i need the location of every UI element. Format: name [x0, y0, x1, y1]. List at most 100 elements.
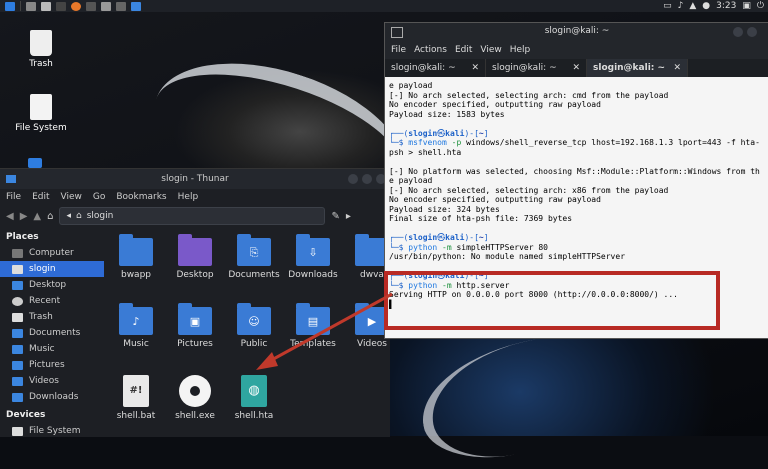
folder-icon	[119, 234, 153, 266]
file-item[interactable]: ▣ Pictures	[167, 303, 223, 365]
terminal-tab[interactable]: slogin@kali: ~ ✕	[385, 59, 486, 77]
desktop-filesystem[interactable]: File System	[6, 94, 76, 133]
sidebar-item-documents[interactable]: Documents	[0, 325, 104, 341]
sidebar-item-desktop[interactable]: Desktop	[0, 277, 104, 293]
tab-label: slogin@kali: ~	[391, 63, 456, 73]
app-launcher-icon[interactable]	[86, 1, 96, 11]
file-item[interactable]: ⇩ Downloads	[285, 234, 341, 296]
desktop-folder-icon[interactable]	[28, 158, 42, 168]
taskbar-thunar-icon[interactable]	[131, 1, 141, 11]
volume-icon[interactable]: ♪	[678, 0, 684, 12]
prompt: ┌──(slogin㉿kali)-[~]	[389, 128, 489, 138]
clock-icon	[12, 296, 23, 306]
file-item[interactable]: ▤ Templates	[285, 303, 341, 365]
close-tab-icon[interactable]: ✕	[471, 63, 479, 73]
sidebar-item-trash[interactable]: Trash	[0, 309, 104, 325]
file-item[interactable]: #! shell.bat	[108, 373, 164, 437]
kali-menu-icon[interactable]	[5, 1, 15, 11]
hard-drive-icon	[30, 94, 52, 120]
music-folder-icon: ♪	[119, 303, 153, 335]
terminal-titlebar[interactable]: slogin@kali: ~	[385, 23, 768, 41]
close-tab-icon[interactable]: ✕	[673, 63, 681, 73]
sidebar-item-pictures[interactable]: Pictures	[0, 357, 104, 373]
chevron-down-icon[interactable]	[101, 1, 111, 11]
firefox-icon[interactable]	[71, 1, 81, 11]
edit-path-icon[interactable]: ✎	[331, 211, 339, 222]
terminal-output[interactable]: e payload [-] No arch selected, selectin…	[385, 77, 768, 338]
close-tab-icon[interactable]: ✕	[572, 63, 580, 73]
panel-clock[interactable]: 3:23	[716, 0, 736, 12]
devices-heading: Devices	[6, 410, 46, 420]
home-icon[interactable]: ⌂	[47, 211, 53, 222]
notifications-icon[interactable]: ▲	[689, 0, 696, 12]
menu-help[interactable]: Help	[510, 45, 531, 55]
file-name: shell.hta	[234, 411, 274, 421]
forward-arrow-icon[interactable]: ▶	[20, 211, 28, 222]
lock-icon[interactable]: ▣	[742, 0, 751, 12]
terminal-menubar: File Actions Edit View Help	[385, 41, 768, 59]
maximize-button[interactable]	[362, 174, 372, 184]
desktop-filesystem-label: File System	[15, 123, 67, 133]
taskbar-terminal-icon[interactable]	[116, 1, 126, 11]
minimize-button[interactable]	[733, 27, 743, 37]
command-binary: python	[408, 242, 438, 252]
terminal-tab-active[interactable]: slogin@kali: ~ ✕	[587, 59, 688, 77]
screen-icon[interactable]: ▭	[663, 0, 672, 12]
file-item[interactable]: ☺ Public	[226, 303, 282, 365]
sidebar-item-recent[interactable]: Recent	[0, 293, 104, 309]
output-line: e payload	[389, 176, 433, 185]
file-item[interactable]: shell.exe	[167, 373, 223, 437]
file-item[interactable]: bwapp	[108, 234, 164, 296]
file-item[interactable]: Desktop	[167, 234, 223, 296]
menu-go[interactable]: Go	[93, 192, 105, 202]
minimize-button[interactable]	[348, 174, 358, 184]
file-item[interactable]: ◍ shell.hta	[226, 373, 282, 437]
output-line: [-] No arch selected, selecting arch: x8…	[389, 185, 669, 195]
file-item[interactable]: ⎘ Documents	[226, 234, 282, 296]
file-name: Templates	[290, 339, 336, 349]
status-icon[interactable]: ●	[702, 0, 710, 12]
documents-icon	[12, 328, 23, 338]
sidebar-item-label: Recent	[29, 296, 61, 306]
sidebar-item-music[interactable]: Music	[0, 341, 104, 357]
location-bar[interactable]: ◂ ⌂ slogin	[59, 207, 326, 225]
file-name: Public	[240, 339, 268, 349]
thunar-titlebar[interactable]: slogin - Thunar	[0, 169, 390, 189]
thunar-title: slogin - Thunar	[161, 174, 229, 184]
menu-help[interactable]: Help	[178, 192, 199, 202]
downloads-icon	[12, 392, 23, 402]
command-flag: -p	[451, 138, 462, 147]
sidebar-item-label: slogin	[29, 264, 56, 274]
maximize-button[interactable]	[747, 27, 757, 37]
output-line: Payload size: 324 bytes	[389, 204, 500, 214]
command-args: psh > shell.hta	[389, 147, 462, 157]
menu-file[interactable]: File	[6, 192, 21, 202]
terminal-launcher-icon[interactable]	[56, 1, 66, 11]
menu-actions[interactable]: Actions	[414, 45, 447, 55]
menu-file[interactable]: File	[391, 45, 406, 55]
location-path[interactable]: slogin	[87, 211, 114, 221]
menu-view[interactable]: View	[480, 45, 501, 55]
power-icon[interactable]: ⏻	[757, 0, 764, 12]
window-icon[interactable]	[41, 1, 51, 11]
file-name: bwapp	[120, 270, 151, 280]
wallpaper-dragon-tail	[412, 324, 638, 469]
location-left-icon[interactable]: ◂	[66, 211, 71, 221]
sidebar-item-filesystem[interactable]: File System	[0, 423, 104, 439]
sidebar-item-slogin[interactable]: slogin	[0, 261, 104, 277]
menu-bookmarks[interactable]: Bookmarks	[116, 192, 166, 202]
workspace-icon[interactable]	[26, 1, 36, 11]
location-right-icon[interactable]: ▸	[346, 211, 351, 222]
up-arrow-icon[interactable]: ▲	[33, 211, 41, 222]
sidebar-item-videos[interactable]: Videos	[0, 373, 104, 389]
sidebar-item-computer[interactable]: Computer	[0, 245, 104, 261]
menu-view[interactable]: View	[61, 192, 82, 202]
terminal-tab[interactable]: slogin@kali: ~ ✕	[486, 59, 587, 77]
desktop-trash[interactable]: Trash	[6, 30, 76, 69]
sidebar-item-downloads[interactable]: Downloads	[0, 389, 104, 405]
file-item[interactable]: ♪ Music	[108, 303, 164, 365]
menu-edit[interactable]: Edit	[455, 45, 472, 55]
thunar-menubar: File Edit View Go Bookmarks Help	[0, 189, 390, 205]
back-arrow-icon[interactable]: ◀	[6, 211, 14, 222]
menu-edit[interactable]: Edit	[32, 192, 49, 202]
